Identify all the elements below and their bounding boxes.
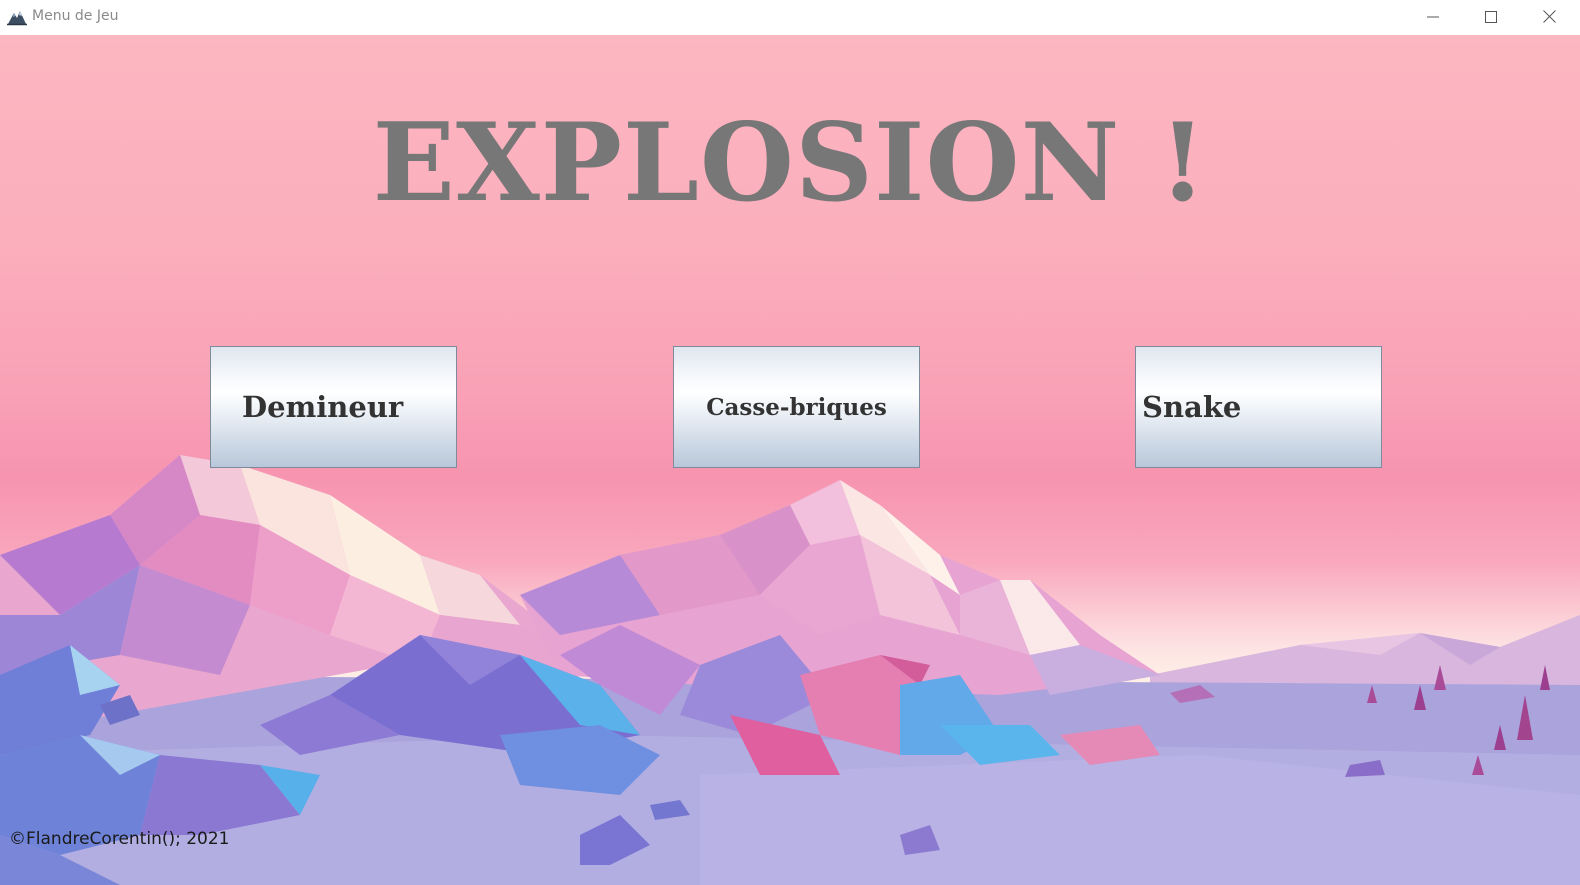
minimize-icon [1427,11,1439,23]
casse-briques-button[interactable]: Casse-briques [673,346,920,468]
menu-panel: EXPLOSION ! Demineur Casse-briques Snake… [0,35,1580,885]
snake-button[interactable]: Snake [1135,346,1382,468]
maximize-button[interactable] [1462,0,1520,33]
maximize-icon [1485,10,1497,23]
casse-briques-label: Casse-briques [706,393,887,421]
title-bar: Menu de Jeu [0,0,1580,35]
demineur-label: Demineur [242,390,404,424]
minimize-button[interactable] [1404,0,1462,33]
app-icon [7,8,27,26]
snake-label: Snake [1142,390,1242,424]
close-button[interactable] [1520,0,1578,33]
window-title: Menu de Jeu [32,8,119,24]
copyright-text: ©FlandreCorentin(); 2021 [9,829,230,849]
game-menu-window: Menu de Jeu EXPLOSION ! Demineur Casse-b… [0,0,1580,885]
game-title: EXPLOSION ! [372,100,1208,226]
close-icon [1542,10,1556,23]
demineur-button[interactable]: Demineur [210,346,457,468]
